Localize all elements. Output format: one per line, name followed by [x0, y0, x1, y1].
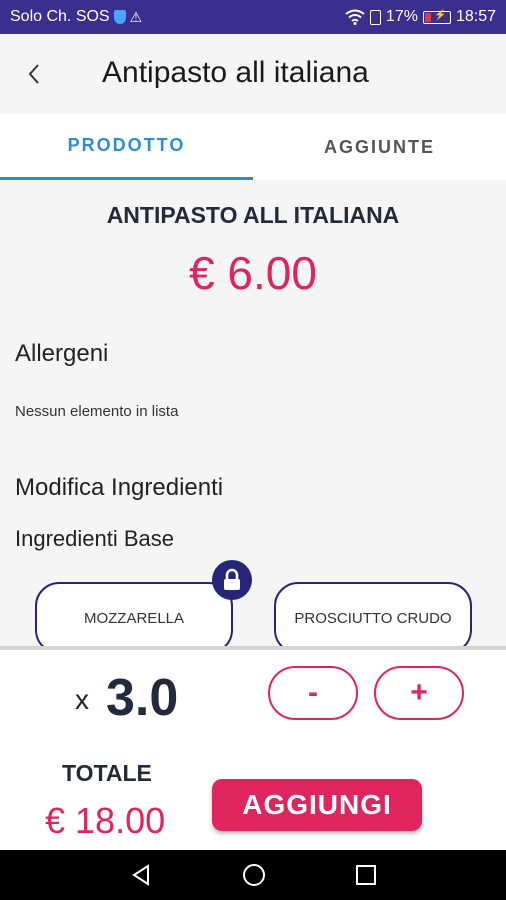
increase-quantity-button[interactable]: + — [374, 666, 464, 720]
tab-bar: PRODOTTO AGGIUNTE — [0, 114, 506, 180]
status-right: 17% ⚡ 18:57 — [345, 8, 496, 26]
product-name: ANTIPASTO ALL ITALIANA — [106, 202, 400, 228]
chevron-left-icon — [28, 64, 39, 84]
tab-aggiunte[interactable]: AGGIUNTE — [253, 114, 506, 180]
shield-icon — [113, 10, 126, 24]
quantity-value: 3.0 — [106, 669, 179, 727]
ingredient-label: PROSCIUTTO CRUDO — [294, 609, 452, 627]
wifi-icon — [345, 9, 365, 25]
tab-prodotto[interactable]: PRODOTTO — [0, 114, 253, 180]
modify-ingredients-title: Modifica Ingredienti — [15, 474, 224, 501]
nav-back-icon[interactable] — [127, 861, 155, 889]
sim-icon — [369, 9, 381, 25]
page-title: Antipasto all italiana — [102, 56, 369, 89]
ingredient-chip-prosciutto[interactable]: PROSCIUTTO CRUDO — [274, 582, 472, 650]
order-panel: x 3.0 - + TOTALE € 18.00 AGGIUNGI — [0, 646, 506, 850]
warning-icon: ⚠ — [129, 8, 143, 25]
quantity-prefix: x — [75, 684, 89, 715]
ingredient-chip-mozzarella[interactable]: MOZZARELLA — [35, 582, 233, 650]
system-nav-bar — [0, 850, 506, 900]
back-button[interactable] — [16, 56, 52, 92]
lock-icon — [212, 560, 252, 600]
battery-icon: ⚡ — [422, 10, 451, 24]
product-content: ANTIPASTO ALL ITALIANA € 6.00 Allergeni … — [0, 180, 506, 650]
ingredient-label: MOZZARELLA — [83, 609, 185, 627]
add-to-order-button[interactable]: AGGIUNGI — [212, 779, 422, 831]
base-ingredients-title: Ingredienti Base — [15, 526, 174, 551]
decrease-quantity-button[interactable]: - — [268, 666, 358, 720]
battery-percent: 17% — [385, 8, 418, 25]
nav-home-icon[interactable] — [240, 861, 268, 889]
app-bar: Antipasto all italiana — [0, 34, 506, 114]
product-price: € 6.00 — [189, 247, 317, 299]
clock: 18:57 — [455, 8, 496, 25]
allergens-empty-text: Nessun elemento in lista — [15, 403, 179, 420]
status-left: Solo Ch. SOS ⚠ — [10, 8, 142, 26]
total-value: € 18.00 — [45, 800, 166, 841]
carrier-label: Solo Ch. SOS — [10, 8, 110, 25]
total-label: TOTALE — [62, 760, 152, 786]
allergens-title: Allergeni — [15, 340, 109, 367]
nav-recents-icon[interactable] — [352, 861, 380, 889]
status-bar: Solo Ch. SOS ⚠ 17% ⚡ 18:57 — [0, 0, 506, 34]
